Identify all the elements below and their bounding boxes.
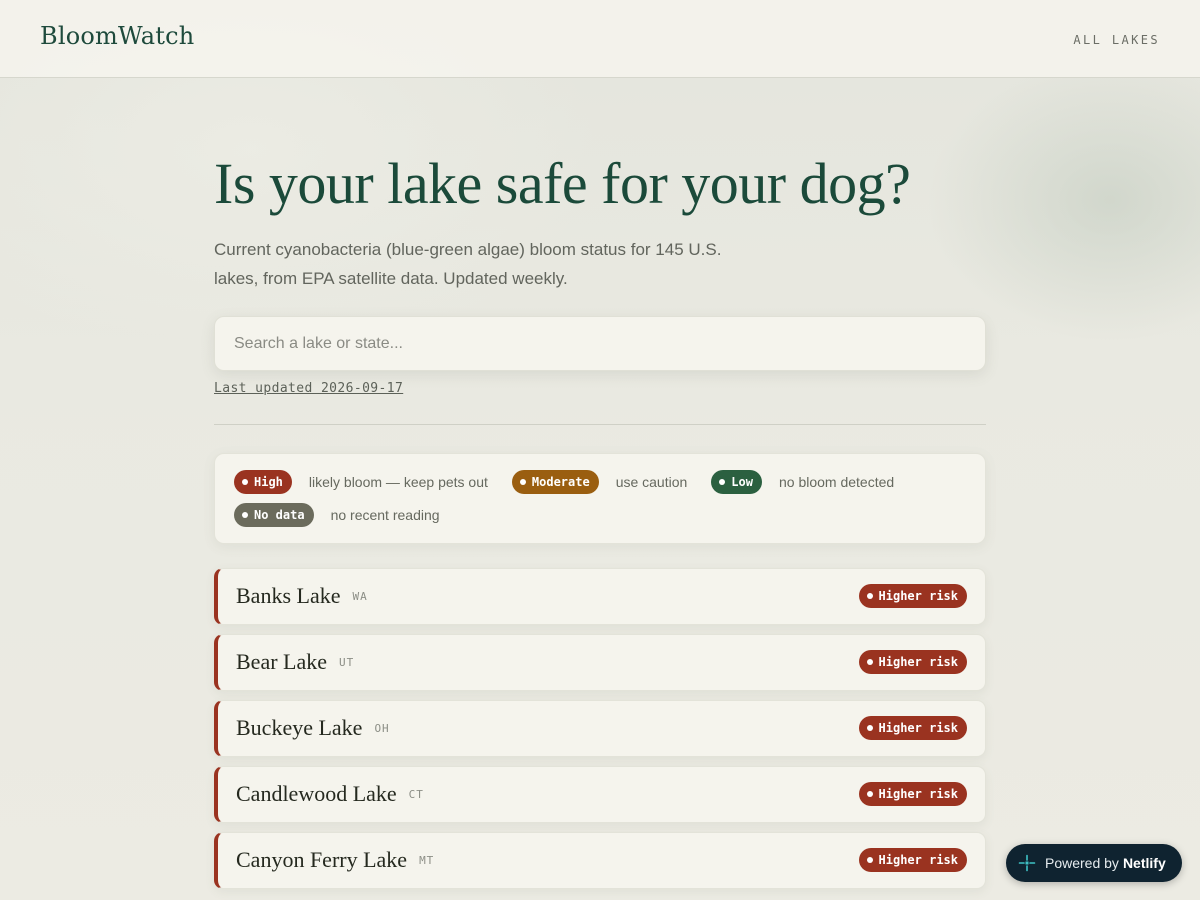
legend-label: No data [254, 508, 305, 522]
lake-name-wrap: Banks Lake WA [236, 583, 368, 609]
brand-logo[interactable]: BloomWatch [40, 22, 194, 50]
page-subtitle: Current cyanobacteria (blue-green algae)… [214, 240, 722, 288]
powered-by-netlify-badge[interactable]: Powered by Netlify [1006, 844, 1182, 882]
last-updated-link[interactable]: Last updated 2026-09-17 [214, 381, 403, 396]
dot-icon [866, 857, 873, 863]
lake-name: Candlewood Lake [236, 781, 397, 806]
status-badge: Higher risk [858, 782, 967, 806]
dot-icon [242, 512, 248, 518]
netlify-icon [1018, 854, 1036, 872]
lake-name: Canyon Ferry Lake [236, 847, 408, 872]
legend-label: Low [731, 475, 753, 489]
top-bar: BloomWatch ALL LAKES [0, 0, 1200, 78]
legend-description: likely bloom — keep pets out [308, 474, 488, 490]
dot-icon [866, 593, 873, 599]
dot-icon [719, 479, 726, 485]
legend-pill-moderate: Moderate [511, 470, 599, 494]
nav-all-lakes-link[interactable]: ALL LAKES [1073, 33, 1160, 47]
status-label: Higher risk [878, 721, 958, 735]
status-label: Higher risk [878, 655, 958, 669]
status-badge: Higher risk [858, 584, 967, 608]
lake-name-wrap: Buckeye Lake OH [236, 715, 390, 741]
lake-state: MT [419, 854, 435, 867]
lake-state: WA [352, 590, 368, 603]
status-badge: Higher risk [858, 650, 967, 674]
lake-state: UT [339, 656, 355, 669]
search-input[interactable] [215, 317, 985, 370]
status-badge: Higher risk [858, 716, 967, 740]
lake-list: Banks Lake WA Higher risk Bear Lake UT Hig… [214, 568, 986, 898]
dot-icon [866, 659, 873, 665]
lake-name: Buckeye Lake [236, 715, 363, 740]
lake-name: Bear Lake [236, 649, 327, 674]
legend-row: No data no recent reading [234, 503, 464, 527]
lake-name-wrap: Candlewood Lake CT [236, 781, 424, 807]
status-label: Higher risk [878, 589, 958, 603]
status-legend: High likely bloom — keep pets out Modera… [214, 453, 986, 544]
legend-description: no bloom detected [778, 474, 895, 490]
legend-description: no recent reading [330, 507, 440, 523]
search-box [214, 316, 986, 371]
dot-icon [519, 479, 526, 485]
legend-label: Moderate [531, 475, 590, 489]
legend-pill-no-data: No data [234, 503, 314, 527]
legend-pill-low: Low [711, 470, 762, 494]
lake-name-wrap: Canyon Ferry Lake MT [236, 847, 434, 873]
legend-row: High likely bloom — keep pets out Modera… [234, 470, 918, 494]
page-title: Is your lake safe for your dog? [214, 151, 911, 216]
badge-prefix: Powered by [1045, 855, 1119, 871]
lake-name: Banks Lake [236, 583, 341, 608]
dot-icon [242, 479, 248, 485]
lake-card[interactable]: Banks Lake WA Higher risk [214, 568, 986, 625]
lake-name-wrap: Bear Lake UT [236, 649, 354, 675]
lake-state: OH [374, 722, 390, 735]
legend-description: use caution [615, 474, 688, 490]
status-label: Higher risk [878, 787, 958, 801]
status-label: Higher risk [878, 853, 958, 867]
lake-card[interactable]: Canyon Ferry Lake MT Higher risk [214, 832, 986, 889]
dot-icon [866, 791, 873, 797]
divider [214, 424, 986, 425]
lake-card[interactable]: Bear Lake UT Higher risk [214, 634, 986, 691]
dot-icon [866, 725, 873, 731]
lake-state: CT [408, 788, 424, 801]
status-badge: Higher risk [858, 848, 967, 872]
legend-pill-high: High [234, 470, 292, 494]
lake-card[interactable]: Candlewood Lake CT Higher risk [214, 766, 986, 823]
legend-label: High [254, 475, 283, 489]
badge-brand: Netlify [1122, 855, 1166, 871]
lake-card[interactable]: Buckeye Lake OH Higher risk [214, 700, 986, 757]
